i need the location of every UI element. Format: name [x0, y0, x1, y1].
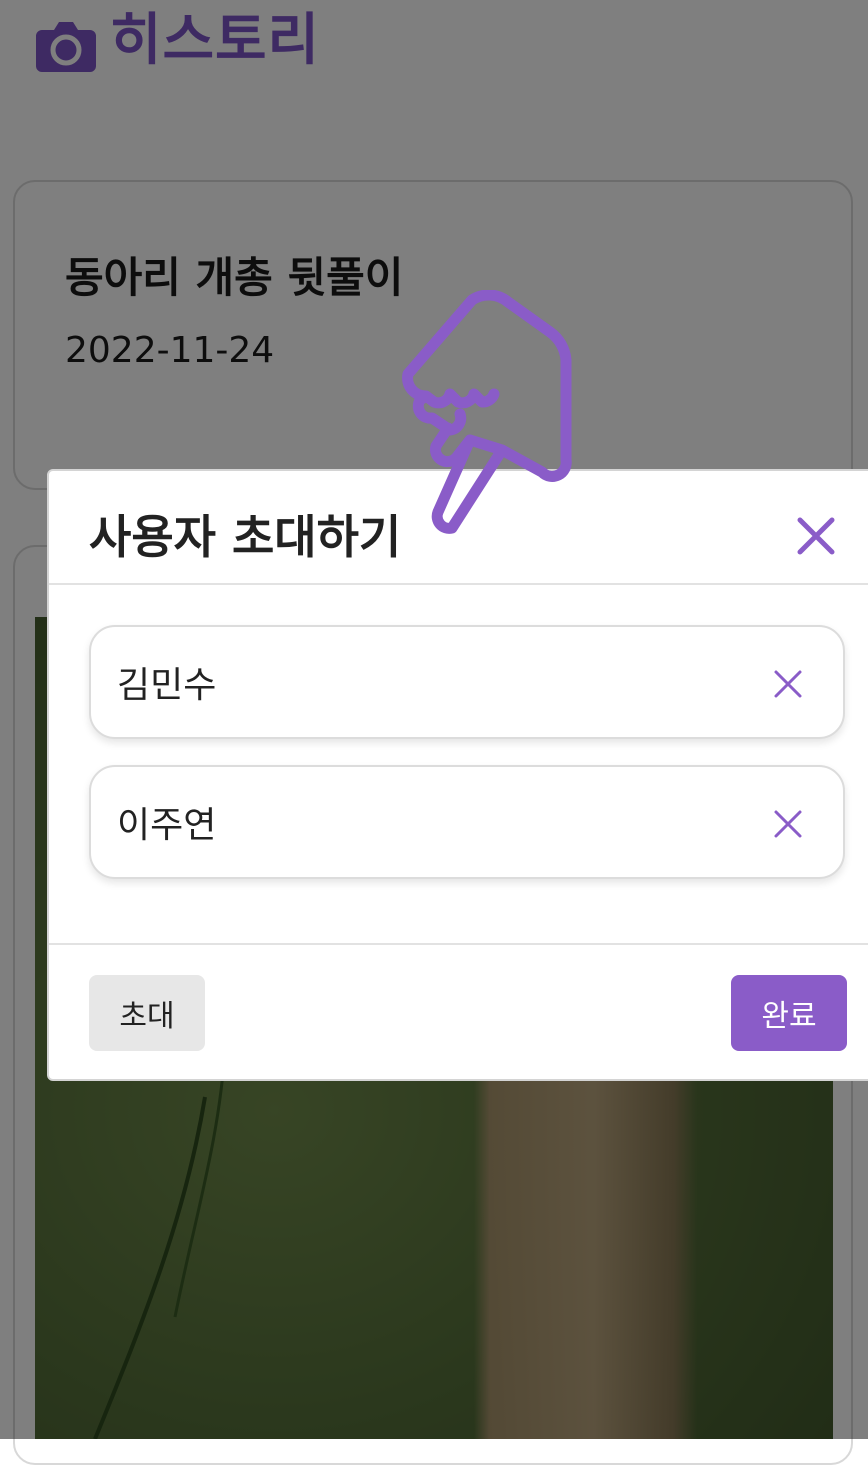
close-icon[interactable] [773, 669, 803, 699]
close-icon[interactable] [773, 809, 803, 839]
invitee-item[interactable]: 이주연 [89, 765, 845, 879]
invitee-name: 김민수 [117, 665, 217, 706]
invite-users-modal: 사용자 초대하기 김민수 이주연 초대 완료 [47, 469, 868, 1081]
modal-footer: 초대 완료 [49, 943, 868, 1079]
invitee-list: 김민수 이주연 [49, 585, 868, 943]
modal-title: 사용자 초대하기 [89, 510, 402, 564]
invitee-item[interactable]: 김민수 [89, 625, 845, 739]
invitee-name: 이주연 [117, 805, 217, 846]
pointing-hand-icon [402, 290, 572, 534]
invite-button[interactable]: 초대 [89, 975, 205, 1051]
close-icon[interactable] [794, 514, 838, 558]
done-button[interactable]: 완료 [731, 975, 847, 1051]
